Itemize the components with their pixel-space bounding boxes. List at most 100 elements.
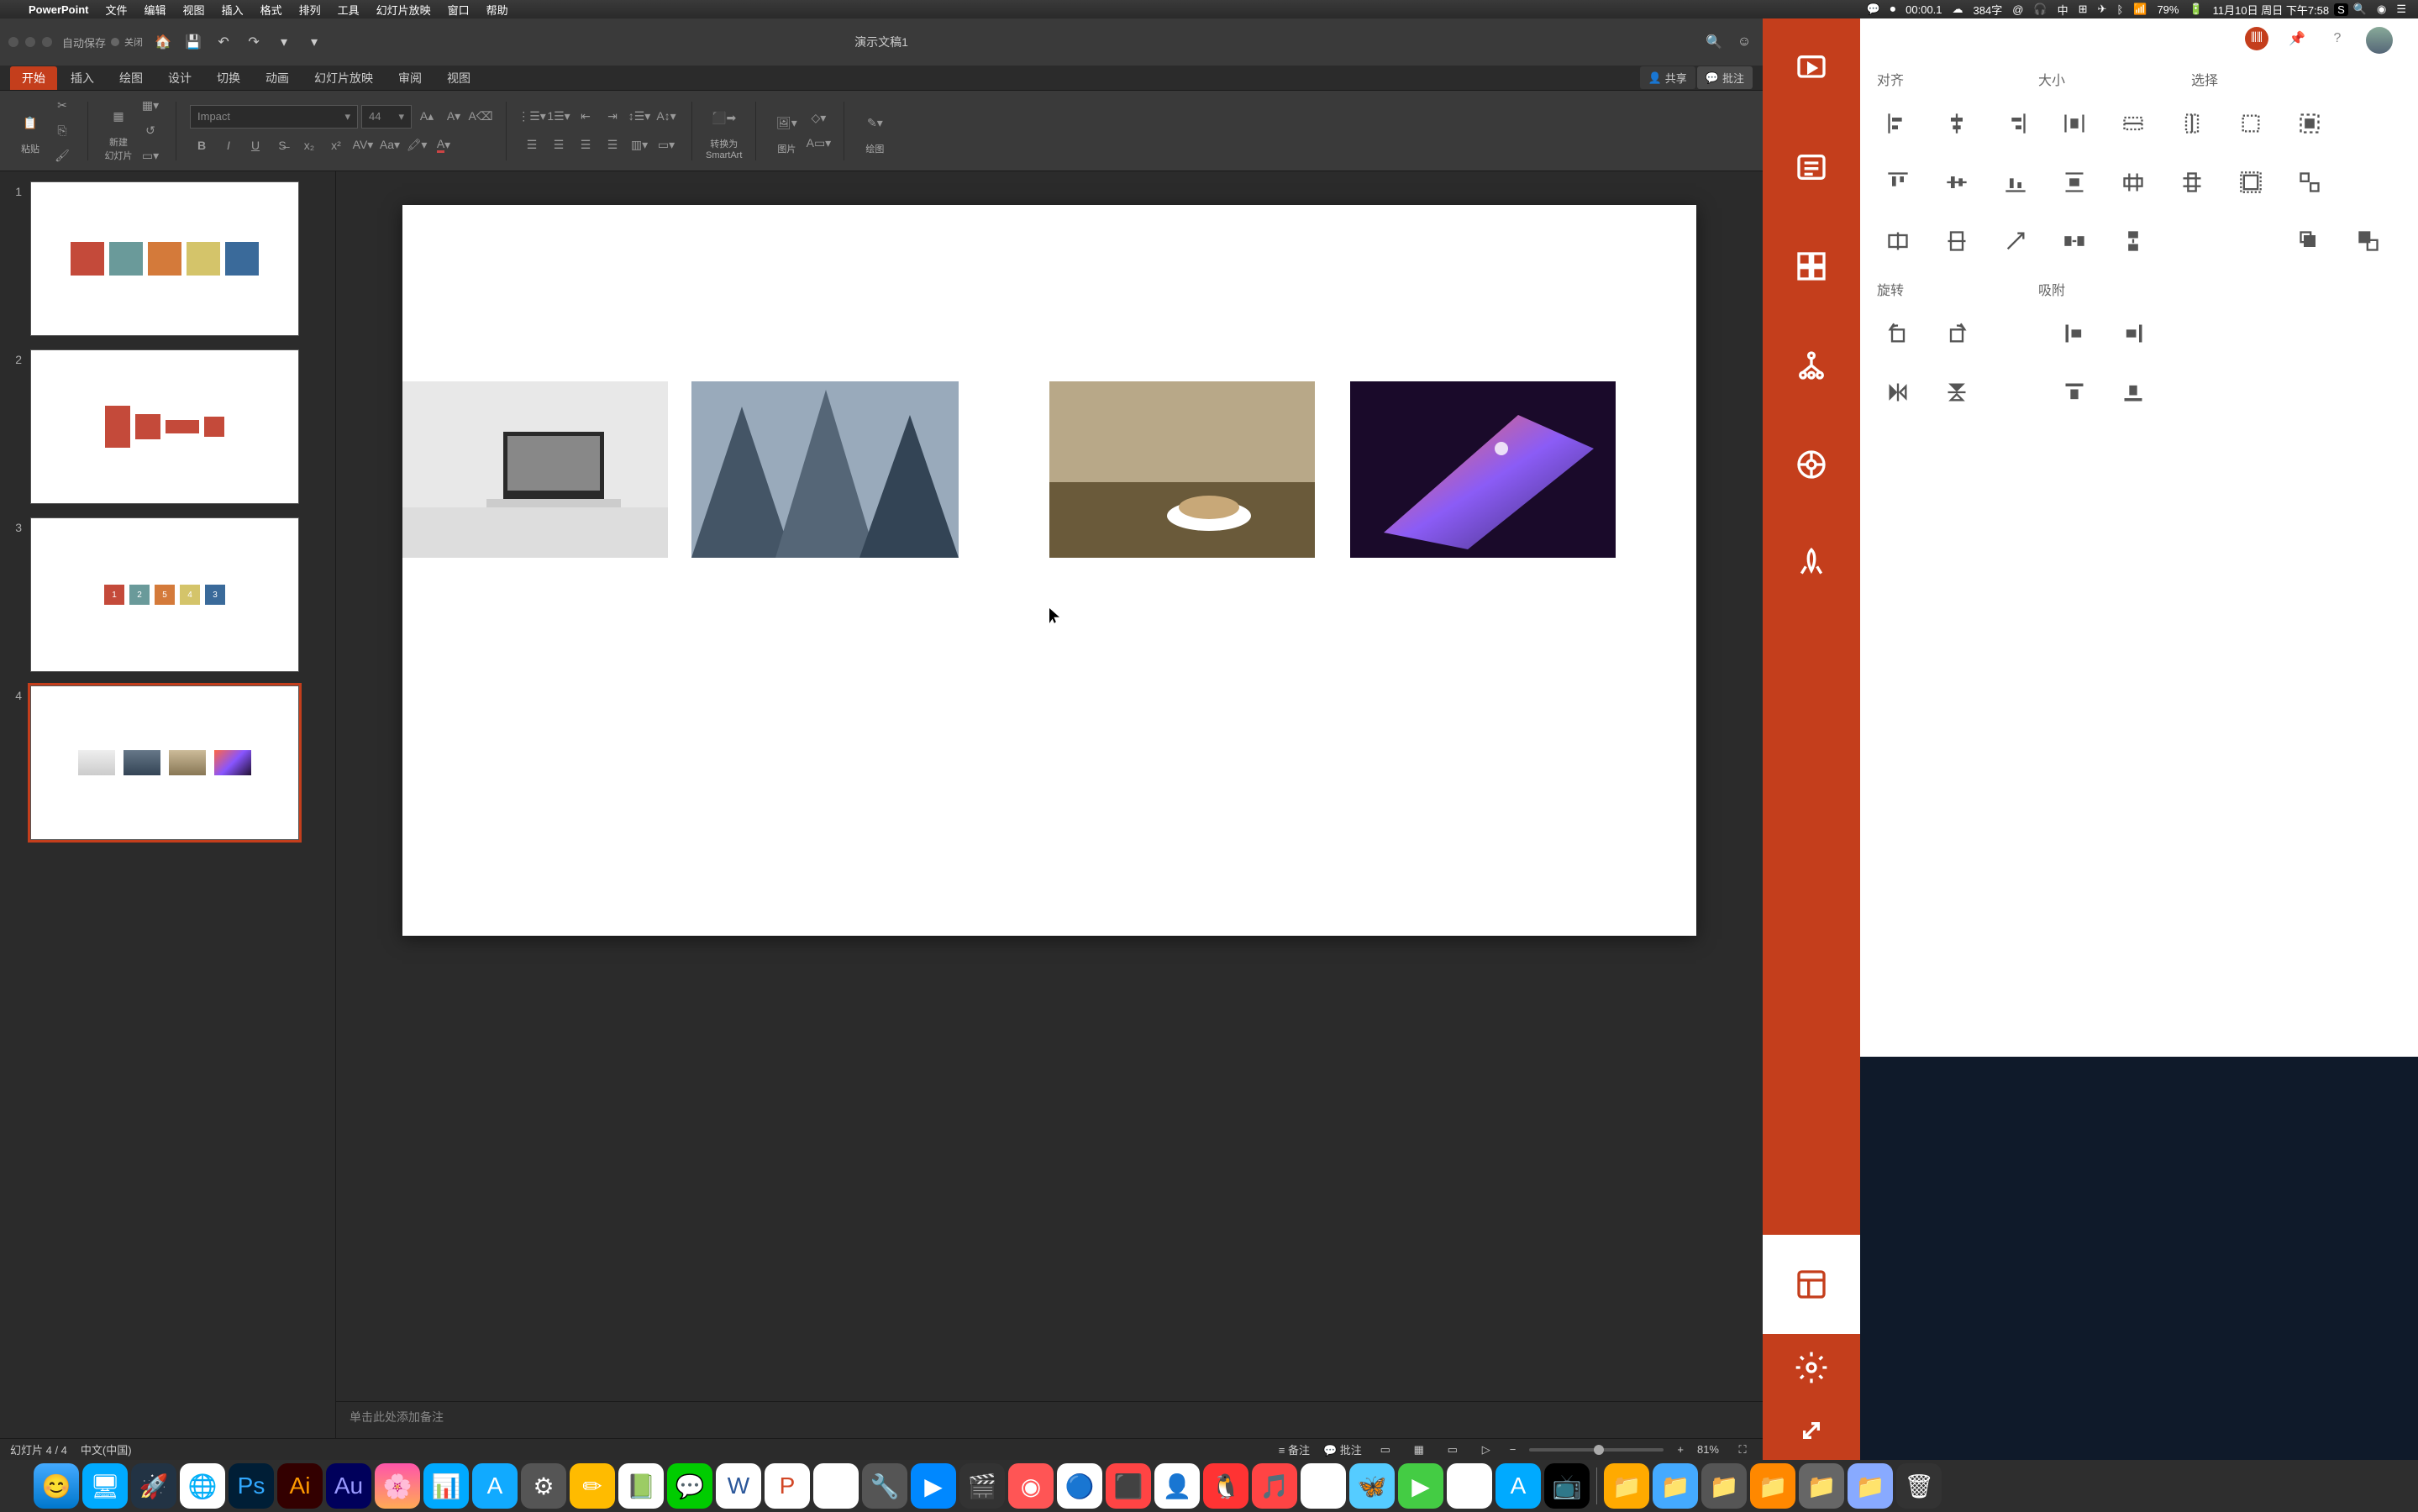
dock-wechat[interactable]: 💬 xyxy=(667,1463,712,1509)
slide-thumbnails[interactable]: 1 2 xyxy=(0,171,336,1438)
dock-folder3[interactable]: 📁 xyxy=(1701,1463,1747,1509)
equal-width-tool[interactable] xyxy=(2112,102,2154,144)
save-button[interactable]: 💾 xyxy=(183,32,203,52)
new-slide-button[interactable]: ▦ xyxy=(102,100,135,134)
menu-insert[interactable]: 插入 xyxy=(213,2,252,18)
text-direction-button[interactable]: A↕▾ xyxy=(654,105,678,129)
dock-pencil[interactable]: ✏ xyxy=(570,1463,615,1509)
status-timer[interactable]: 00:00.1 xyxy=(1900,3,1947,16)
font-color-button[interactable]: A▾ xyxy=(432,134,455,157)
dock-word[interactable]: W xyxy=(716,1463,761,1509)
dock-app6[interactable]: 👤 xyxy=(1154,1463,1200,1509)
dock-app2[interactable]: ▶ xyxy=(911,1463,956,1509)
smartart-button[interactable]: ⬛➡ xyxy=(707,102,741,135)
distribute-h-tool[interactable] xyxy=(2053,102,2095,144)
snap-left-tool[interactable] xyxy=(2053,312,2095,354)
status-ime[interactable]: 中 xyxy=(2053,2,2074,18)
tab-review[interactable]: 审阅 xyxy=(386,66,434,90)
tab-view[interactable]: 视图 xyxy=(435,66,482,90)
language-indicator[interactable]: 中文(中国) xyxy=(81,1441,132,1457)
qa-dropdown-2[interactable]: ▾ xyxy=(304,32,324,52)
fit-width-tool[interactable] xyxy=(2112,161,2154,203)
voice-icon[interactable]: ⦀⦀ xyxy=(2245,27,2268,50)
spacing-v-tool[interactable] xyxy=(2112,220,2154,262)
slide-image-1[interactable] xyxy=(402,381,668,558)
side-tab-settings[interactable] xyxy=(1763,1334,1860,1401)
rotate-right-tool[interactable] xyxy=(1936,312,1978,354)
zoom-slider[interactable] xyxy=(1529,1448,1664,1452)
dock-audition[interactable]: Au xyxy=(326,1463,371,1509)
notes-toggle[interactable]: ≡ 备注 xyxy=(1279,1441,1310,1457)
dock-launchpad[interactable]: 🚀 xyxy=(131,1463,176,1509)
status-grid-icon[interactable]: ⊞ xyxy=(2074,3,2093,16)
tab-draw[interactable]: 绘图 xyxy=(108,66,155,90)
slide-image-2[interactable] xyxy=(691,381,959,558)
shapes-button[interactable]: ◇▾ xyxy=(807,107,830,130)
status-battery[interactable]: 79% xyxy=(2152,3,2184,16)
align-right-button[interactable]: ☰ xyxy=(574,134,597,157)
fit-height-tool[interactable] xyxy=(2171,161,2213,203)
layout-button[interactable]: ▦▾ xyxy=(139,94,162,118)
dock-photoshop[interactable]: Ps xyxy=(229,1463,274,1509)
change-case-button[interactable]: Aa▾ xyxy=(378,134,402,157)
tab-insert[interactable]: 插入 xyxy=(59,66,106,90)
fit-size-tool[interactable] xyxy=(2230,161,2272,203)
dock-keynote[interactable]: 📊 xyxy=(423,1463,469,1509)
dock-appletv[interactable]: 📺 xyxy=(1544,1463,1590,1509)
equal-height-tool[interactable] xyxy=(2171,102,2213,144)
reading-view-button[interactable]: ▭ xyxy=(1443,1441,1463,1458)
slide-image-4[interactable] xyxy=(1350,381,1616,558)
dock-settings[interactable]: ⚙ xyxy=(521,1463,566,1509)
dock-finder[interactable]: 😊 xyxy=(34,1463,79,1509)
diagonal-tool[interactable] xyxy=(1995,220,2037,262)
dock-video[interactable]: 🎬 xyxy=(959,1463,1005,1509)
undo-button[interactable]: ↶ xyxy=(213,32,234,52)
select-all-tool[interactable] xyxy=(2289,102,2331,144)
fit-window-button[interactable]: ⛶ xyxy=(1732,1441,1753,1458)
minimize-button[interactable] xyxy=(25,37,35,47)
font-size-select[interactable]: 44 ▾ xyxy=(361,105,412,129)
superscript-button[interactable]: x² xyxy=(324,134,348,157)
zoom-percent[interactable]: 81% xyxy=(1697,1443,1719,1456)
align-slide-h-tool[interactable] xyxy=(1877,220,1919,262)
copy-button[interactable]: ⎘ xyxy=(50,119,74,143)
side-tab-text[interactable] xyxy=(1763,118,1860,217)
distribute-v-tool[interactable] xyxy=(2053,161,2095,203)
side-tab-layout[interactable] xyxy=(1763,1235,1860,1334)
zoom-out-button[interactable]: − xyxy=(1510,1443,1517,1456)
textbox-button[interactable]: A▭▾ xyxy=(807,132,830,155)
font-select[interactable]: Impact ▾ xyxy=(190,105,358,129)
numbering-button[interactable]: 1☰▾ xyxy=(547,105,570,129)
align-center-button[interactable]: ☰ xyxy=(547,134,570,157)
align-center-h-tool[interactable] xyxy=(1936,102,1978,144)
dock-photos[interactable]: 🌸 xyxy=(375,1463,420,1509)
dock-app11[interactable]: ⛩ xyxy=(1447,1463,1492,1509)
justify-button[interactable]: ☰ xyxy=(601,134,624,157)
canvas-scroll[interactable] xyxy=(336,171,1763,1401)
dock-folder2[interactable]: 📁 xyxy=(1653,1463,1698,1509)
status-datetime[interactable]: 11月10日 周日 下午7:58 xyxy=(2208,2,2334,18)
bullets-button[interactable]: ⋮☰▾ xyxy=(520,105,544,129)
flip-v-tool[interactable] xyxy=(1936,371,1978,413)
status-notifications-icon[interactable]: ☰ xyxy=(2391,3,2411,16)
redo-button[interactable]: ↷ xyxy=(244,32,264,52)
menu-slideshow[interactable]: 幻灯片放映 xyxy=(368,2,439,18)
increase-font-button[interactable]: A▴ xyxy=(415,105,439,129)
increase-indent-button[interactable]: ⇥ xyxy=(601,105,624,129)
side-tab-grid[interactable] xyxy=(1763,217,1860,316)
columns-button[interactable]: ▥▾ xyxy=(628,134,651,157)
share-button[interactable]: 👤 共享 xyxy=(1640,66,1695,89)
select-similar-tool[interactable] xyxy=(2289,161,2331,203)
dock-app4[interactable]: 🔵 xyxy=(1057,1463,1102,1509)
status-at-icon[interactable]: @ xyxy=(2007,3,2028,16)
dock-app12[interactable]: A xyxy=(1495,1463,1541,1509)
drawing-button[interactable]: ✎▾ xyxy=(858,107,891,140)
menu-tools[interactable]: 工具 xyxy=(329,2,368,18)
strikethrough-button[interactable]: S̶ xyxy=(271,134,294,157)
annotate-button[interactable]: 💬 批注 xyxy=(1697,66,1753,89)
side-tab-play[interactable] xyxy=(1763,18,1860,118)
align-right-tool[interactable] xyxy=(1995,102,2037,144)
flip-h-tool[interactable] xyxy=(1877,371,1919,413)
bring-front-tool[interactable] xyxy=(2289,220,2331,262)
status-headphones-icon[interactable]: 🎧 xyxy=(2028,3,2052,16)
